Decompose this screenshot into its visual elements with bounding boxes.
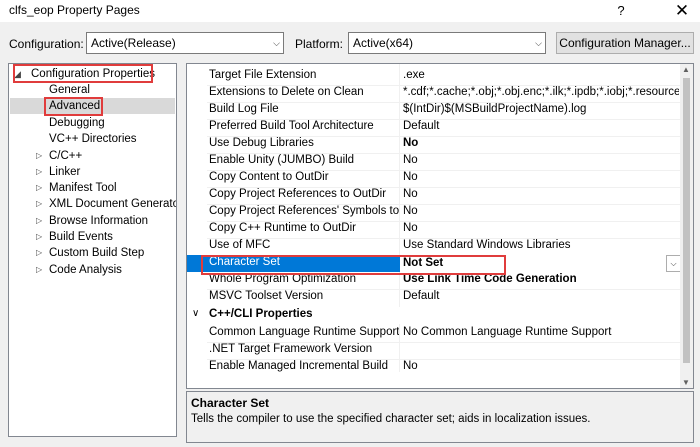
configuration-value: Active(Release) bbox=[91, 36, 176, 50]
tree-item-build-events[interactable]: Build Events bbox=[49, 229, 113, 245]
expand-arrow-icon[interactable]: ▷ bbox=[36, 148, 42, 164]
collapse-arrow-icon[interactable]: ◢ bbox=[14, 66, 21, 82]
tree-item-vc-directories[interactable]: VC++ Directories bbox=[49, 131, 137, 147]
scroll-down-icon[interactable]: ▼ bbox=[682, 378, 690, 387]
platform-label: Platform: bbox=[295, 37, 344, 51]
configuration-label: Configuration: bbox=[9, 37, 84, 51]
tree-item-advanced[interactable]: Advanced bbox=[49, 98, 100, 114]
tree-item-browse-information[interactable]: Browse Information bbox=[49, 213, 148, 229]
tree-item-configuration-properties[interactable]: Configuration Properties bbox=[31, 66, 155, 82]
platform-value: Active(x64) bbox=[353, 36, 414, 50]
grid-row-copy-project-references-symbols[interactable]: Copy Project References' Symbols to OutD… bbox=[187, 204, 681, 221]
grid-row-clr-support[interactable]: Common Language Runtime Support No Commo… bbox=[187, 325, 681, 342]
expand-arrow-icon[interactable]: ▷ bbox=[36, 262, 42, 278]
description-text: Tells the compiler to use the specified … bbox=[191, 413, 591, 425]
grid-row-use-debug-libraries[interactable]: Use Debug Libraries No bbox=[187, 136, 681, 153]
chevron-down-icon[interactable]: ∨ bbox=[192, 308, 199, 319]
property-tree[interactable]: ◢ Configuration Properties General Advan… bbox=[8, 63, 177, 437]
window-title: clfs_eop Property Pages bbox=[9, 3, 140, 17]
tree-item-xml-document-generator[interactable]: XML Document Generator bbox=[49, 196, 176, 212]
grid-row-extensions-to-delete[interactable]: Extensions to Delete on Clean *.cdf;*.ca… bbox=[187, 85, 681, 102]
character-set-value[interactable]: Not Set bbox=[400, 255, 667, 272]
tree-item-debugging[interactable]: Debugging bbox=[49, 115, 105, 131]
help-button[interactable]: ? bbox=[612, 2, 630, 20]
grid-row-use-of-mfc[interactable]: Use of MFC Use Standard Windows Librarie… bbox=[187, 238, 681, 255]
grid-row-net-target-framework[interactable]: .NET Target Framework Version bbox=[187, 342, 681, 359]
scrollbar-thumb[interactable] bbox=[683, 78, 690, 363]
character-set-dropdown-button[interactable]: ⌵ bbox=[666, 255, 681, 272]
tree-item-manifest-tool[interactable]: Manifest Tool bbox=[49, 180, 117, 196]
grid-row-build-log-file[interactable]: Build Log File $(IntDir)$(MSBuildProject… bbox=[187, 102, 681, 119]
description-title: Character Set bbox=[191, 396, 270, 410]
tree-item-code-analysis[interactable]: Code Analysis bbox=[49, 262, 122, 278]
grid-row-target-file-extension[interactable]: Target File Extension .exe bbox=[187, 68, 681, 85]
platform-dropdown[interactable]: Active(x64) ⌵ bbox=[348, 32, 546, 54]
configuration-dropdown[interactable]: Active(Release) ⌵ bbox=[86, 32, 284, 54]
close-button[interactable]: ✕ bbox=[672, 1, 692, 21]
expand-arrow-icon[interactable]: ▷ bbox=[36, 245, 42, 261]
configuration-manager-button[interactable]: Configuration Manager... bbox=[556, 32, 694, 54]
grid-row-character-set[interactable]: Character Set Not Set ⌵ bbox=[187, 255, 681, 272]
expand-arrow-icon[interactable]: ▷ bbox=[36, 213, 42, 229]
description-panel: Character Set Tells the compiler to use … bbox=[186, 391, 694, 443]
grid-row-copy-cpp-runtime[interactable]: Copy C++ Runtime to OutDir No bbox=[187, 221, 681, 238]
tree-item-linker[interactable]: Linker bbox=[49, 164, 80, 180]
tree-item-c-cpp[interactable]: C/C++ bbox=[49, 148, 82, 164]
expand-arrow-icon[interactable]: ▷ bbox=[36, 196, 42, 212]
expand-arrow-icon[interactable]: ▷ bbox=[36, 229, 42, 245]
title-bar: clfs_eop Property Pages ? ✕ bbox=[0, 0, 700, 22]
grid-row-copy-project-references[interactable]: Copy Project References to OutDir No bbox=[187, 187, 681, 204]
tree-item-custom-build-step[interactable]: Custom Build Step bbox=[49, 245, 144, 261]
tree-item-general[interactable]: General bbox=[49, 82, 90, 98]
grid-row-managed-incremental-build[interactable]: Enable Managed Incremental Build No bbox=[187, 359, 681, 376]
category-cpp-cli-properties[interactable]: ∨ C++/CLI Properties bbox=[187, 307, 681, 324]
grid-row-copy-content-to-outdir[interactable]: Copy Content to OutDir No bbox=[187, 170, 681, 187]
chevron-down-icon: ⌵ bbox=[535, 38, 542, 48]
grid-row-whole-program-optimization[interactable]: Whole Program Optimization Use Link Time… bbox=[187, 272, 681, 289]
chevron-down-icon: ⌵ bbox=[273, 38, 280, 48]
expand-arrow-icon[interactable]: ▷ bbox=[36, 164, 42, 180]
scroll-up-icon[interactable]: ▲ bbox=[682, 65, 690, 74]
vertical-scrollbar[interactable]: ▲ ▼ bbox=[680, 64, 693, 388]
grid-row-preferred-build-tool-architecture[interactable]: Preferred Build Tool Architecture Defaul… bbox=[187, 119, 681, 136]
expand-arrow-icon[interactable]: ▷ bbox=[36, 180, 42, 196]
property-grid[interactable]: Target File Extension .exe Extensions to… bbox=[186, 63, 694, 389]
grid-row-enable-unity-build[interactable]: Enable Unity (JUMBO) Build No bbox=[187, 153, 681, 170]
grid-row-msvc-toolset-version[interactable]: MSVC Toolset Version Default bbox=[187, 289, 681, 306]
